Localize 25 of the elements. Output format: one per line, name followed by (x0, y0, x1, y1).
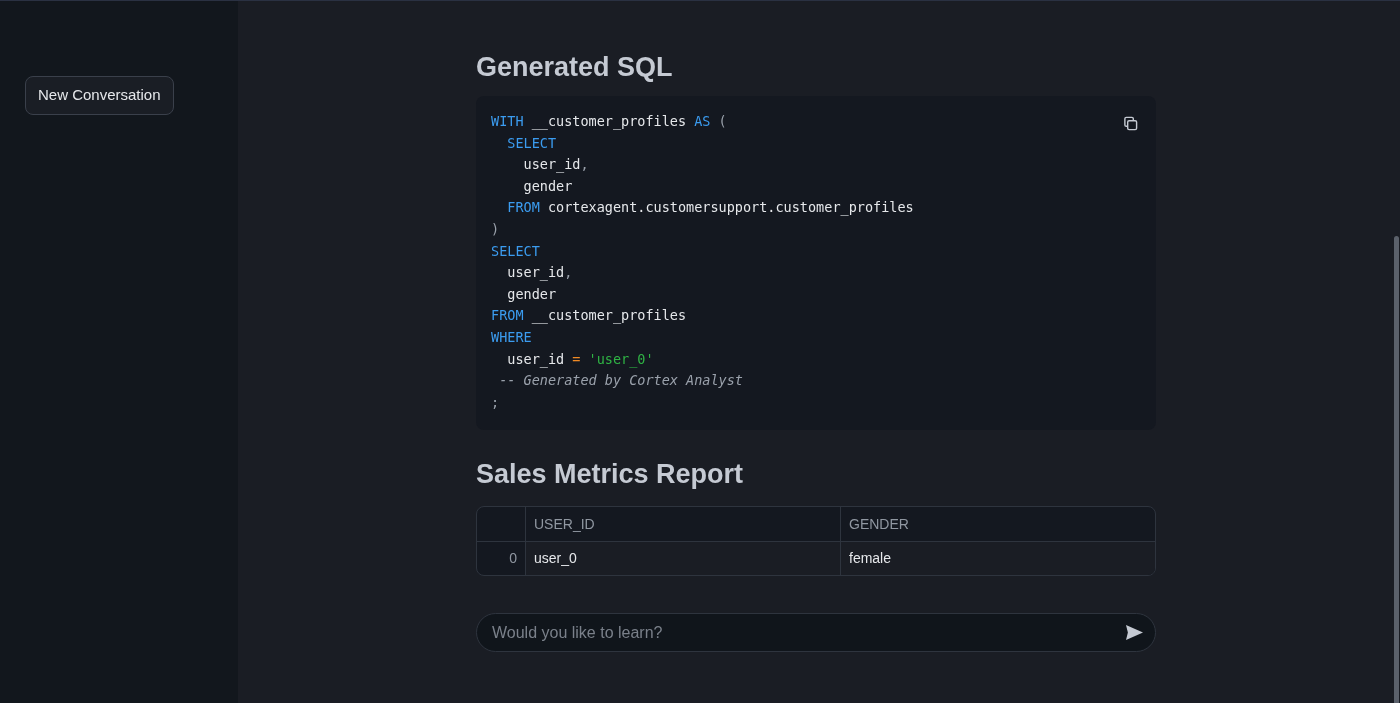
section-heading: Generated SQL (476, 51, 674, 84)
code-line: user_id, (522, 155, 589, 175)
code-line: FROM __customer_profiles (491, 306, 687, 326)
section-heading: Sales Metrics Report (476, 458, 745, 492)
column-header: GENDER (849, 514, 909, 534)
code-line: ) (491, 219, 500, 239)
new-conversation-button[interactable]: New Conversation (25, 76, 174, 115)
chat-input[interactable]: Would you like to learn? (476, 613, 1156, 653)
copy-icon[interactable] (1123, 116, 1138, 131)
code-line: ; (491, 392, 500, 412)
code-line: user_id = 'user_0' (506, 349, 654, 370)
code-line: FROM cortexagent.customersupport.customer_profiles (506, 198, 914, 218)
code-line: WHERE (491, 327, 532, 347)
row-index: 0 (509, 549, 517, 569)
code-line: user_id, (506, 263, 573, 283)
code-line: SELECT (506, 133, 557, 153)
code-line: SELECT (491, 241, 540, 261)
code-line: gender (522, 176, 573, 196)
code-line: WITH __customer_profiles AS ( (491, 112, 727, 132)
table-cell-text: female (849, 549, 892, 569)
code-line: gender (506, 284, 557, 304)
send-icon[interactable] (1125, 624, 1144, 642)
code-line: -- Generated by Cortex Analyst (498, 371, 743, 391)
column-header: USER_ID (534, 514, 595, 534)
table-cell-text: user_0 (534, 549, 577, 569)
